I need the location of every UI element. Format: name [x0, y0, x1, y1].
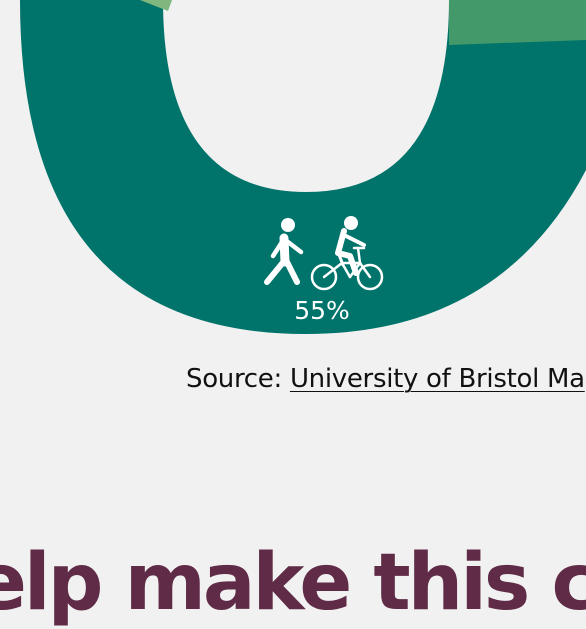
source-link[interactable]: University of Bristol Ma: [290, 364, 585, 394]
source-prefix: Source:: [186, 364, 290, 394]
source-line: Source: University of Bristol Ma: [186, 364, 585, 394]
slice-label-walking-cycling: 55%: [294, 296, 350, 325]
donut-chart: 55%: [20, 0, 586, 334]
page: 55% Source: University of Bristol Ma elp…: [0, 0, 586, 629]
cta-heading: elp make this chan: [0, 538, 586, 628]
donut-slice-walking-cycling: [20, 0, 586, 334]
donut-slice-upper-right: [449, 0, 586, 45]
